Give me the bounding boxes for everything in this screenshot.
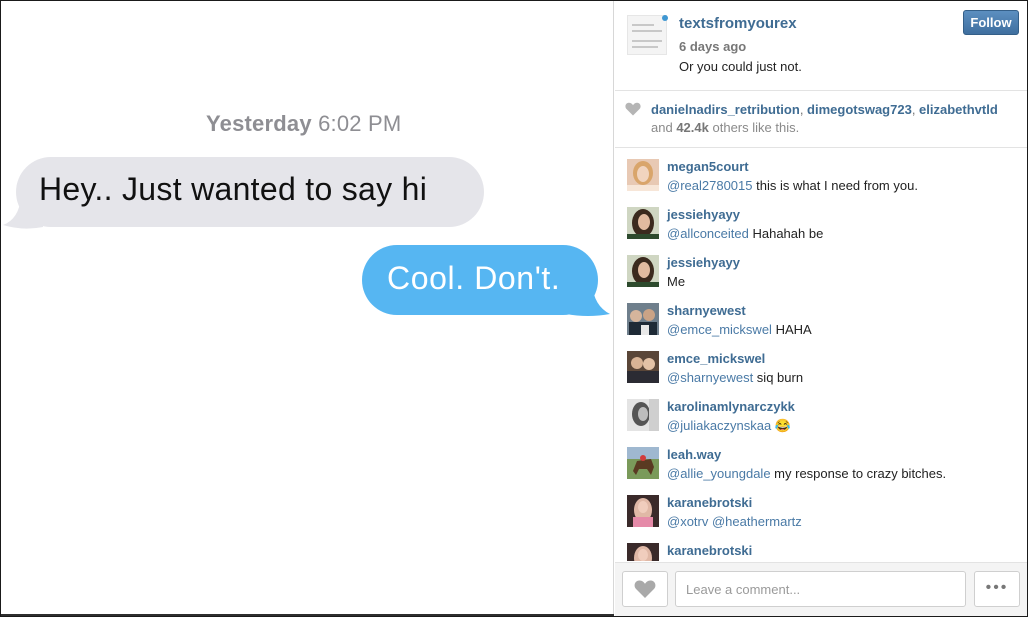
comment-username[interactable]: sharnyewest	[667, 303, 746, 318]
sent-message-text: Cool. Don't.	[387, 260, 561, 296]
comment-mention[interactable]: @real2780015	[667, 178, 752, 193]
instagram-web-post: Yesterday 6:02 PM Hey.. Just wanted to s…	[0, 0, 1028, 617]
comment-username[interactable]: karanebrotski	[667, 495, 752, 510]
commenter-avatar[interactable]	[627, 399, 659, 431]
commenter-avatar[interactable]	[627, 303, 659, 335]
comment-username[interactable]: megan5court	[667, 159, 749, 174]
post-caption: Or you could just not.	[679, 59, 802, 74]
comment-item: leah.way @allie_youngdale my response to…	[615, 437, 1027, 485]
comment-item: karanebrotski	[615, 533, 1027, 561]
liker-link[interactable]: dimegotswag723	[807, 102, 912, 117]
comment-username[interactable]: jessiehyayy	[667, 255, 740, 270]
commenter-avatar[interactable]	[627, 495, 659, 527]
commenter-avatar[interactable]	[627, 543, 659, 561]
more-options-button[interactable]: •••	[974, 571, 1020, 607]
comment-username[interactable]: emce_mickswel	[667, 351, 765, 366]
comment-text: @xotrv @heathermartz	[667, 514, 802, 529]
comment-input[interactable]	[675, 571, 966, 607]
comment-mention[interactable]: @emce_mickswel	[667, 322, 772, 337]
comment-mention[interactable]: @xotrv @heathermartz	[667, 514, 802, 529]
comment-footer: •••	[615, 562, 1027, 616]
comment-item: emce_mickswel @sharnyewest siq burn	[615, 341, 1027, 389]
comments-list[interactable]: megan5court @real2780015 this is what I …	[615, 149, 1027, 561]
comment-text: @allconceited Hahahah be	[667, 226, 824, 241]
comment-item: jessiehyayy @allconceited Hahahah be	[615, 197, 1027, 245]
commenter-avatar[interactable]	[627, 351, 659, 383]
heart-icon	[625, 102, 641, 116]
post-header: textsfromyourex 6 days ago Or you could …	[615, 1, 1027, 91]
follow-button[interactable]: Follow	[963, 10, 1019, 35]
liker-link[interactable]: danielnadirs_retribution	[651, 102, 800, 117]
comment-username[interactable]: karanebrotski	[667, 543, 752, 558]
comment-username[interactable]: leah.way	[667, 447, 721, 462]
commenter-avatar[interactable]	[627, 255, 659, 287]
post-time: 6 days ago	[679, 39, 747, 54]
likes-count-number[interactable]: 42.4k	[676, 120, 709, 135]
comment-item: karolinamlynarczykk @juliakaczynskaa 😂	[615, 389, 1027, 437]
comment-mention[interactable]: @juliakaczynskaa	[667, 418, 771, 433]
comment-mention[interactable]: @allconceited	[667, 226, 749, 241]
likers-list: danielnadirs_retribution, dimegotswag723…	[651, 102, 998, 117]
comment-text: @emce_mickswel HAHA	[667, 322, 812, 337]
post-sidebar: textsfromyourex 6 days ago Or you could …	[615, 1, 1027, 616]
heart-icon	[634, 580, 656, 598]
comment-text: @real2780015 this is what I need from yo…	[667, 178, 918, 193]
likes-count: and 42.4k others like this.	[651, 120, 800, 135]
commenter-avatar[interactable]	[627, 207, 659, 239]
message-timestamp: Yesterday 6:02 PM	[206, 111, 402, 136]
comment-item: jessiehyayy Me	[615, 245, 1027, 293]
comment-text: @allie_youngdale my response to crazy bi…	[667, 466, 947, 481]
like-button[interactable]	[622, 571, 668, 607]
received-message-text: Hey.. Just wanted to say hi	[39, 171, 428, 207]
comment-item: megan5court @real2780015 this is what I …	[615, 149, 1027, 197]
comment-item: sharnyewest @emce_mickswel HAHA	[615, 293, 1027, 341]
owner-username[interactable]: textsfromyourex	[679, 15, 797, 32]
comment-mention[interactable]: @sharnyewest	[667, 370, 753, 385]
comment-text: @juliakaczynskaa 😂	[667, 418, 792, 433]
liker-link[interactable]: elizabethvtld	[919, 102, 998, 117]
new-post-dot	[662, 15, 668, 21]
comment-text: @sharnyewest siq burn	[667, 370, 804, 385]
comment-item: karanebrotski @xotrv @heathermartz	[615, 485, 1027, 533]
comment-mention[interactable]: @allie_youngdale	[667, 466, 771, 481]
owner-avatar[interactable]	[627, 15, 667, 55]
commenter-avatar[interactable]	[627, 159, 659, 191]
post-photo: Yesterday 6:02 PM Hey.. Just wanted to s…	[1, 1, 614, 616]
comment-text: Me	[667, 274, 686, 289]
comment-username[interactable]: jessiehyayy	[667, 207, 740, 222]
likes-section: danielnadirs_retribution, dimegotswag723…	[615, 92, 1027, 148]
comment-username[interactable]: karolinamlynarczykk	[667, 399, 795, 414]
commenter-avatar[interactable]	[627, 447, 659, 479]
